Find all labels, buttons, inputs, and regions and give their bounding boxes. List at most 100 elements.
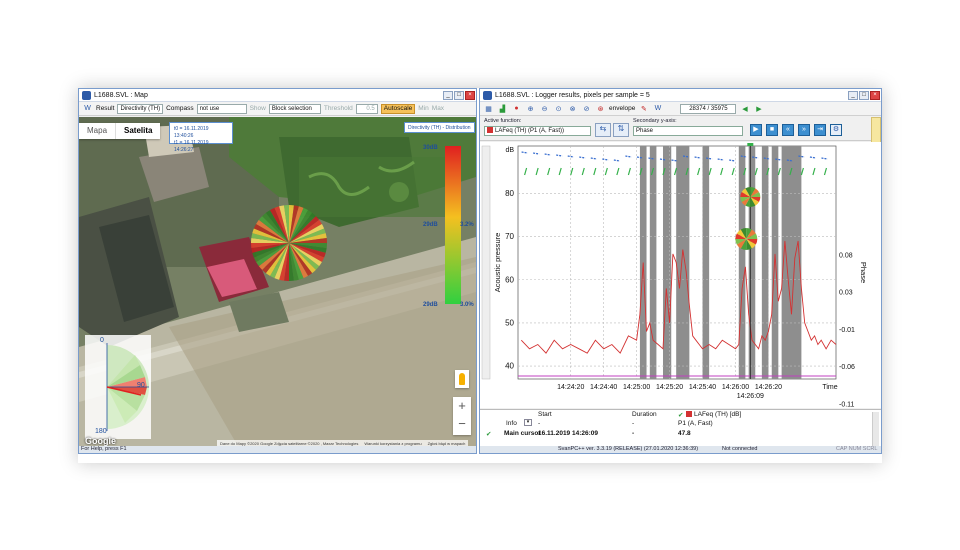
position-counter[interactable]: 28374 / 35975 bbox=[680, 103, 737, 114]
y-tick-label: 50 bbox=[505, 318, 514, 327]
data-gap-block bbox=[676, 146, 690, 379]
col-duration-header: Duration bbox=[632, 411, 657, 418]
logger-titlebar[interactable]: L1688.SVL : Logger results, pixels per s… bbox=[480, 89, 881, 102]
scale-chart-button[interactable]: ⇅ bbox=[613, 123, 629, 137]
x-tick-label: 14:24:20 bbox=[557, 384, 584, 391]
y2-tick-label: -0.06 bbox=[839, 364, 855, 371]
cursor-top-marker bbox=[747, 143, 754, 146]
logger-toolbar: ▦ ▟ ● ⊕ ⊖ ⊙ ⊗ ⊘ ⊛ envelope ✎ W 28374 / 3… bbox=[480, 102, 881, 116]
tab-satellite[interactable]: Satelita bbox=[116, 123, 160, 139]
cursor-table: Start Duration ✔ LAFeq (TH) [dB] Info ▾ … bbox=[480, 409, 881, 447]
export-icon[interactable]: W bbox=[652, 104, 663, 114]
show-select[interactable]: Block selection bbox=[268, 103, 321, 114]
compass-90-label: 90 bbox=[137, 382, 145, 389]
directivity-rose[interactable] bbox=[249, 203, 329, 283]
scale-top-label: 30dB bbox=[423, 145, 438, 151]
result-select[interactable]: Directivity (TH) bbox=[117, 103, 164, 114]
table-view-icon[interactable]: ▦ bbox=[483, 104, 494, 114]
compass-0-label: 0 bbox=[100, 337, 104, 344]
active-function-value: LAFeq (TH) (P1 (A, Fast)) bbox=[495, 128, 565, 134]
compass-label: Compass bbox=[166, 105, 194, 112]
max-label: Max bbox=[431, 105, 445, 112]
maximize-icon[interactable]: □ bbox=[859, 90, 869, 100]
chart-view-icon[interactable]: ▟ bbox=[497, 104, 508, 114]
data-gap-block bbox=[702, 146, 710, 379]
main-cursor-check-icon: ✔ bbox=[486, 431, 492, 438]
threshold-input[interactable]: 0.5 bbox=[355, 103, 378, 114]
row-info-label: Info bbox=[506, 420, 517, 427]
map-type-tabs: Mapa Satelita bbox=[79, 123, 161, 139]
compass-select[interactable]: not use bbox=[196, 103, 247, 114]
logger-window[interactable]: L1688.SVL : Logger results, pixels per s… bbox=[479, 88, 882, 454]
color-scale-bar bbox=[445, 146, 461, 304]
row-info-duration: - bbox=[632, 420, 635, 427]
map-window[interactable]: L1688.SVL : Map _ □ × W Result Directivi… bbox=[78, 88, 477, 454]
col-start-header: Start bbox=[538, 411, 552, 418]
minimize-icon[interactable]: _ bbox=[443, 90, 453, 100]
go-first-icon[interactable]: ◀ bbox=[739, 104, 750, 114]
end-button[interactable]: ⇥ bbox=[814, 124, 826, 136]
series-color-swatch bbox=[686, 411, 692, 417]
satellite-map[interactable]: Mapa Satelita t0 = 16.11.2019 13:40:26 t… bbox=[79, 117, 476, 448]
col-function-sub: P1 (A, Fast) bbox=[678, 420, 713, 427]
legend-title: Directivity (TH) - Distribution bbox=[404, 122, 475, 133]
close-icon[interactable]: × bbox=[465, 90, 475, 100]
stop-button[interactable]: ■ bbox=[766, 124, 778, 136]
data-gap-block bbox=[748, 146, 756, 379]
tab-map[interactable]: Mapa bbox=[79, 123, 117, 139]
secondary-axis-select[interactable]: Phase bbox=[633, 126, 743, 136]
cursor-time-label: 14:26:09 bbox=[737, 393, 764, 400]
zoom-in-button[interactable]: + bbox=[453, 397, 471, 415]
y-tick-label: 40 bbox=[505, 362, 514, 371]
forward-button[interactable]: » bbox=[798, 124, 810, 136]
word-export-icon[interactable]: W bbox=[82, 104, 93, 114]
y2-tick-label: 0.08 bbox=[839, 252, 853, 259]
data-gap-block bbox=[738, 146, 746, 379]
col-function-header: LAFeq (TH) [dB] bbox=[694, 411, 742, 418]
zoom-y-icon[interactable]: ⊘ bbox=[581, 104, 592, 114]
zoom-out-button[interactable]: − bbox=[453, 415, 471, 433]
left-unit-label: dB bbox=[505, 147, 514, 154]
data-gap-block bbox=[649, 146, 657, 379]
go-last-icon[interactable]: ▶ bbox=[753, 104, 764, 114]
time-t1: t1 = 16.11.2019 14:26:27 bbox=[174, 140, 209, 153]
envelope-icon[interactable]: ⊛ bbox=[595, 104, 606, 114]
y-tick-label: 80 bbox=[505, 189, 514, 198]
maximize-icon[interactable]: □ bbox=[454, 90, 464, 100]
map-titlebar[interactable]: L1688.SVL : Map _ □ × bbox=[79, 89, 476, 102]
scale-mid-right-label: 3.2% bbox=[460, 222, 474, 228]
zoom-control: + − bbox=[453, 397, 471, 435]
play-button[interactable]: ▶ bbox=[750, 124, 762, 136]
envelope-label[interactable]: envelope bbox=[609, 105, 635, 112]
row-info-start: - bbox=[538, 420, 541, 427]
zoom-x-icon[interactable]: ⊗ bbox=[567, 104, 578, 114]
table-scrollbar[interactable] bbox=[872, 412, 879, 446]
minimize-icon[interactable]: _ bbox=[848, 90, 858, 100]
street-view-pegman[interactable] bbox=[455, 370, 469, 388]
row-main-label: Main cursor bbox=[504, 430, 541, 437]
settings-button[interactable]: ⚙ bbox=[830, 124, 842, 136]
color-options-icon[interactable]: ● bbox=[511, 104, 522, 114]
compass-panel: 0 90 180 bbox=[85, 335, 151, 439]
active-function-select[interactable]: LAFeq (TH) (P1 (A, Fast)) bbox=[484, 126, 591, 136]
logger-plot[interactable]: 40 50 60 70 80 14:24:20 14:24:40 14:25:00 14:25:… bbox=[480, 142, 881, 408]
scale-mid-left-label: 29dB bbox=[423, 222, 438, 228]
marker-icon[interactable]: ✎ bbox=[638, 104, 649, 114]
zoom-fit-icon[interactable]: ⊙ bbox=[553, 104, 564, 114]
info-dropdown-icon[interactable]: ▾ bbox=[524, 419, 532, 426]
logger-chart-svg[interactable]: 40 50 60 70 80 14:24:20 14:24:40 14:25:00 14:25:… bbox=[480, 142, 881, 408]
zoom-in-icon[interactable]: ⊕ bbox=[525, 104, 536, 114]
y-scroll-strip bbox=[481, 145, 491, 380]
autoscale-button[interactable]: Autoscale bbox=[380, 103, 416, 114]
map-window-title: L1688.SVL : Map bbox=[94, 91, 148, 99]
x-tick-label: 14:26:20 bbox=[755, 384, 782, 391]
close-icon[interactable]: × bbox=[870, 90, 880, 100]
keys-status: CAP NUM SCRL bbox=[836, 446, 878, 452]
zoom-out-icon[interactable]: ⊖ bbox=[539, 104, 550, 114]
function-color-swatch bbox=[487, 127, 493, 134]
rewind-button[interactable]: « bbox=[782, 124, 794, 136]
fit-chart-button[interactable]: ⇆ bbox=[595, 123, 611, 137]
y-axis-label: Acoustic pressure bbox=[493, 233, 502, 293]
min-label: Min bbox=[418, 105, 429, 112]
y2-tick-label: 0.03 bbox=[839, 290, 853, 297]
